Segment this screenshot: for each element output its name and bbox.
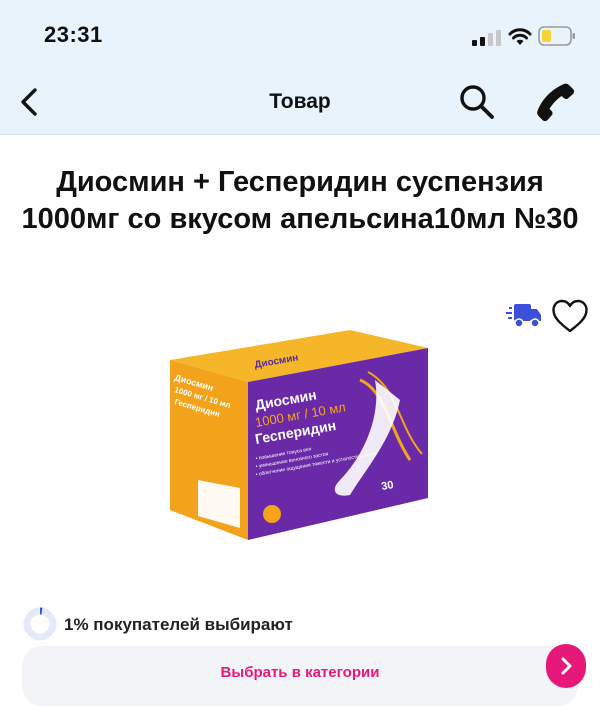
call-button[interactable] <box>533 80 577 124</box>
nav-bar: Товар <box>0 70 600 134</box>
wifi-icon <box>508 28 532 45</box>
popularity-row: 1% покупателей выбирают <box>22 606 422 642</box>
favorite-button[interactable] <box>551 298 589 334</box>
box-count: 30 <box>380 479 394 493</box>
popularity-text: 1% покупателей выбирают <box>64 615 293 634</box>
choose-in-category-label: Выбрать в категории <box>220 664 380 681</box>
header-area: 23:31 Товар <box>0 0 600 135</box>
delivery-truck-icon <box>506 304 541 328</box>
product-image: Диосмин Диосмин 1000 мг / 10 мл Гесперид… <box>170 330 428 540</box>
chevron-right-icon[interactable] <box>546 644 586 688</box>
page-title: Товар <box>269 90 331 113</box>
choose-in-category-button[interactable]: Выбрать в категории <box>22 644 586 706</box>
status-time: 23:31 <box>44 22 103 47</box>
product-title: Диосмин + Гесперидин суспензия 1000мг со… <box>21 166 579 235</box>
cellular-signal-icon <box>472 30 501 46</box>
search-button[interactable] <box>456 82 496 122</box>
popularity-ring-icon <box>23 607 57 641</box>
battery-low-icon <box>538 26 575 46</box>
status-bar: 23:31 <box>0 0 600 70</box>
